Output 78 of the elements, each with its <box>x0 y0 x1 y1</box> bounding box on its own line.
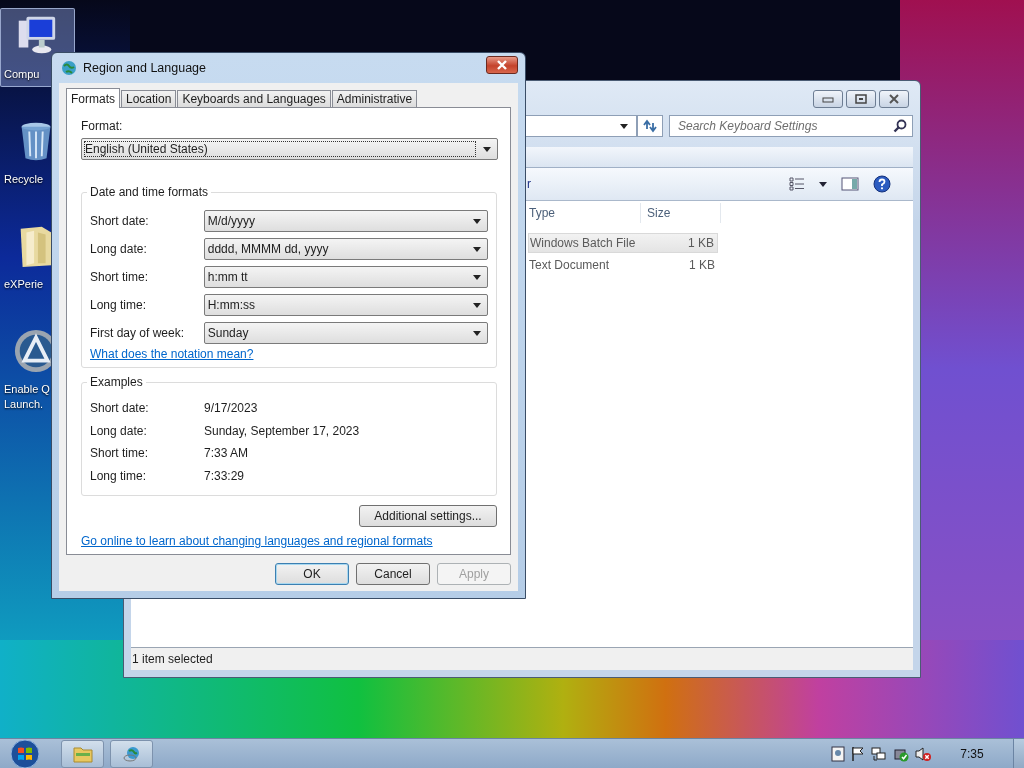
format-dropdown[interactable]: dddd, MMMM dd, yyyy <box>203 238 488 260</box>
network-icon[interactable] <box>871 745 887 762</box>
help-link[interactable]: What does the notation mean? <box>90 347 254 361</box>
icon-label: Enable Q <box>3 382 50 397</box>
icon-label: eXPerie <box>3 277 44 292</box>
clock[interactable]: 7:35 <box>937 746 1007 761</box>
dropdown-arrow-icon <box>473 274 481 280</box>
example-value: 7:33 AM <box>204 446 249 461</box>
icon-label: Compu <box>3 67 40 82</box>
preview-pane-icon[interactable] <box>841 177 859 191</box>
refresh-icon <box>642 119 658 133</box>
close-button[interactable] <box>879 90 909 108</box>
search-field[interactable]: Search Keyboard Settings <box>669 115 913 137</box>
search-icon <box>893 119 907 133</box>
maximize-button[interactable] <box>846 90 876 108</box>
tab[interactable]: Administrative <box>331 90 418 107</box>
field-label: Long time: <box>90 298 148 312</box>
minimize-button[interactable] <box>813 90 843 108</box>
group-title: Examples <box>87 375 146 390</box>
list-view-icon[interactable] <box>789 177 805 191</box>
dropdown-arrow-icon <box>473 218 481 224</box>
column-header[interactable]: Size <box>641 203 721 223</box>
format-dropdown[interactable]: H:mm:ss <box>203 294 488 316</box>
dropdown-arrow-icon <box>473 302 481 308</box>
table-cell-text: Windows Batch File <box>529 236 637 250</box>
field-label: Format: <box>81 118 123 134</box>
globe-icon <box>61 60 77 76</box>
format-dropdown[interactable]: Sunday <box>203 322 488 344</box>
icon-label: Recycle <box>3 172 44 187</box>
close-icon <box>496 60 508 70</box>
field-label: First day of week: <box>90 326 186 340</box>
tab[interactable]: Formats <box>66 88 120 108</box>
toolbar-label[interactable]: r <box>527 177 531 191</box>
online-help-link[interactable]: Go online to learn about changing languages and regional formats <box>81 534 433 548</box>
format-dropdown[interactable]: English (United States) <box>81 138 498 160</box>
field-label: Long date: <box>90 242 148 256</box>
field-label: Short date: <box>90 214 150 228</box>
document-icon[interactable] <box>831 745 845 762</box>
example-value: Sunday, September 17, 2023 <box>204 423 360 438</box>
example-value: 7:33:29 <box>204 468 245 483</box>
dialog-button[interactable]: OK <box>275 563 349 585</box>
close-icon <box>888 94 900 104</box>
example-label: Long date: <box>90 423 148 438</box>
minimize-icon <box>822 95 834 103</box>
column-header[interactable]: Type <box>528 203 641 223</box>
tab[interactable]: Keyboards and Languages <box>177 90 331 107</box>
close-button[interactable] <box>486 56 518 74</box>
maximize-icon <box>855 94 867 104</box>
window-title: Region and Language <box>83 61 207 75</box>
folder-icon <box>72 744 93 763</box>
help-icon[interactable] <box>873 175 891 193</box>
dropdown-arrow-icon <box>620 123 628 129</box>
table-cell-text: 1 KB <box>687 236 715 250</box>
dropdown-arrow-icon <box>473 330 481 336</box>
refresh-button[interactable] <box>637 115 663 137</box>
dropdown-arrow-icon[interactable] <box>819 181 827 187</box>
example-value: 9/17/2023 <box>204 401 258 416</box>
dialog-button[interactable]: Cancel <box>356 563 430 585</box>
format-dropdown[interactable]: h:mm tt <box>203 266 488 288</box>
muted-speaker-icon[interactable] <box>915 745 931 762</box>
file-row[interactable]: Text Document 1 KB <box>528 255 718 275</box>
file-row[interactable]: Windows Batch File 1 KB <box>528 233 718 253</box>
format-dropdown[interactable]: M/d/yyyy <box>203 210 488 232</box>
table-cell-text: Text Document <box>528 258 611 272</box>
icon-label: Launch. <box>3 397 44 412</box>
example-label: Short date: <box>90 401 150 416</box>
dropdown-arrow-icon <box>473 246 481 252</box>
example-label: Long time: <box>90 468 148 483</box>
field-label: Short time: <box>90 270 150 284</box>
tab[interactable]: Location <box>121 90 177 107</box>
example-label: Short time: <box>90 446 150 461</box>
flag-icon[interactable] <box>851 745 865 762</box>
additional-settings-button[interactable]: Additional settings... <box>359 505 497 527</box>
table-cell-text: 1 KB <box>688 258 716 272</box>
globe-icon <box>121 744 142 763</box>
status-text: 1 item selected <box>132 652 213 666</box>
taskbar-button[interactable] <box>110 739 153 768</box>
dropdown-arrow-icon <box>483 146 491 152</box>
